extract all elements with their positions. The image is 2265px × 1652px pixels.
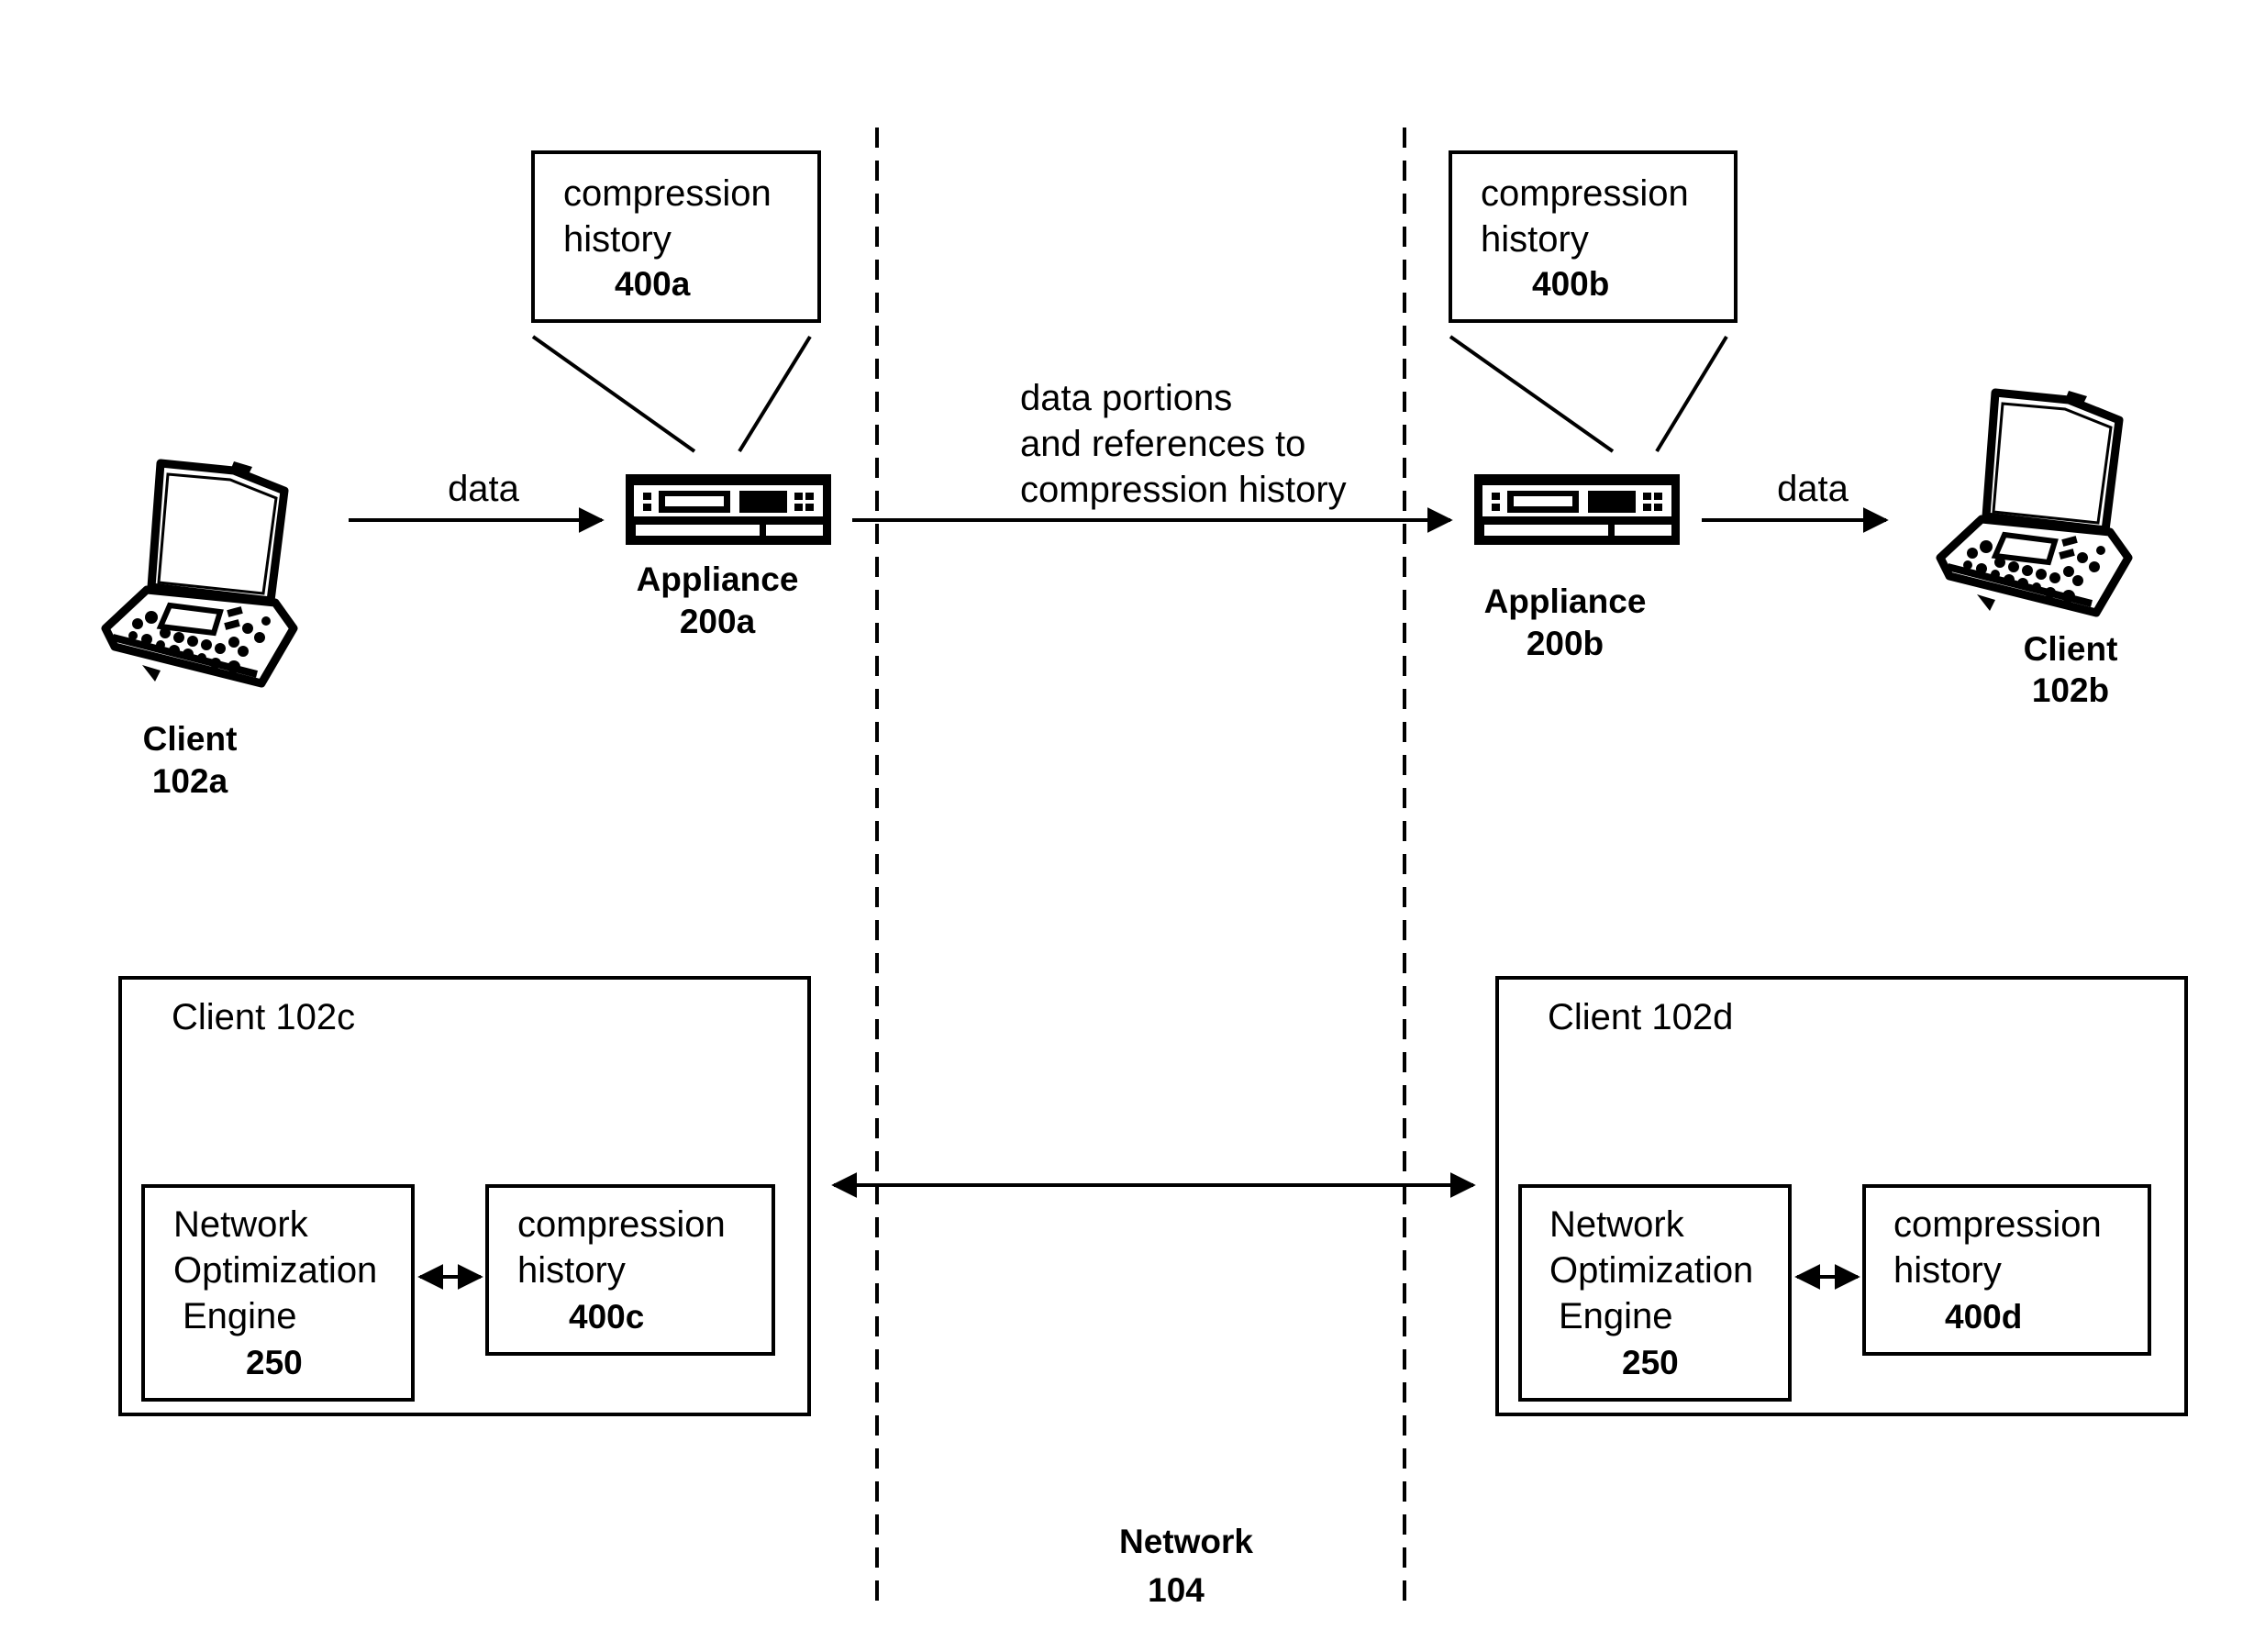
svg-text:400d: 400d — [1945, 1298, 2022, 1336]
client-102c-box: Client 102c Network Optimization Engine … — [118, 976, 811, 1416]
data-arrow-right-label: data — [1777, 469, 1849, 509]
svg-text:400b: 400b — [1532, 265, 1609, 303]
appliance-200b-number: 200b — [1527, 625, 1604, 662]
svg-text:history: history — [563, 219, 672, 260]
svg-text:Optimization: Optimization — [1549, 1250, 1753, 1291]
network-label: Network — [1119, 1523, 1253, 1560]
svg-text:Network: Network — [173, 1204, 309, 1245]
callout-line — [1449, 335, 1615, 453]
data-portions-label-line3: compression history — [1020, 470, 1347, 510]
svg-text:history: history — [1893, 1250, 2002, 1291]
callout-line — [1655, 335, 1728, 453]
compression-history-400d: compression history 400d — [1862, 1184, 2151, 1356]
svg-text:Client 102d: Client 102d — [1548, 997, 1733, 1037]
svg-text:history: history — [1481, 219, 1589, 260]
svg-text:compression: compression — [1893, 1204, 2102, 1245]
client-102d-box: Client 102d Network Optimization Engine … — [1495, 976, 2188, 1416]
svg-text:400c: 400c — [569, 1298, 644, 1336]
svg-text:Optimization: Optimization — [173, 1250, 377, 1291]
appliance-200b-label: Appliance — [1484, 582, 1647, 620]
appliance-icon — [626, 474, 831, 545]
svg-text:Client 102c: Client 102c — [172, 997, 355, 1037]
data-portions-label-line2: and references to — [1020, 424, 1305, 464]
compression-history-400a: compression history 400a — [531, 150, 821, 323]
client-102b-label: Client — [2024, 630, 2118, 668]
svg-text:compression: compression — [563, 173, 772, 214]
appliance-200a-number: 200a — [680, 603, 756, 640]
appliance-200a-label: Appliance — [637, 560, 799, 598]
callout-line — [738, 335, 812, 453]
laptop-icon — [1940, 391, 2128, 613]
network-number: 104 — [1148, 1571, 1205, 1609]
network-optimization-engine-250: Network Optimization Engine 250 — [1518, 1184, 1792, 1402]
compression-history-400c: compression history 400c — [485, 1184, 775, 1356]
svg-text:compression: compression — [517, 1204, 726, 1245]
data-arrow-left-label: data — [448, 469, 520, 509]
data-portions-label-line1: data portions — [1020, 378, 1232, 418]
svg-text:compression: compression — [1481, 173, 1689, 214]
client-102a-label: Client — [143, 720, 238, 758]
client-102b-number: 102b — [2032, 671, 2109, 709]
svg-text:250: 250 — [246, 1344, 303, 1381]
compression-history-400b: compression history 400b — [1449, 150, 1738, 323]
svg-text:Network: Network — [1549, 1204, 1685, 1245]
callout-line — [531, 335, 696, 453]
network-optimization-engine-250: Network Optimization Engine 250 — [141, 1184, 415, 1402]
svg-text:400a: 400a — [615, 265, 691, 303]
svg-text:250: 250 — [1622, 1344, 1679, 1381]
svg-text:Engine: Engine — [183, 1296, 297, 1336]
appliance-icon — [1474, 474, 1680, 545]
svg-text:history: history — [517, 1250, 626, 1291]
network-diagram: compression history 400a compression his… — [0, 128, 2188, 1609]
client-102a-number: 102a — [152, 762, 228, 800]
svg-text:Engine: Engine — [1559, 1296, 1673, 1336]
laptop-icon — [105, 461, 294, 683]
